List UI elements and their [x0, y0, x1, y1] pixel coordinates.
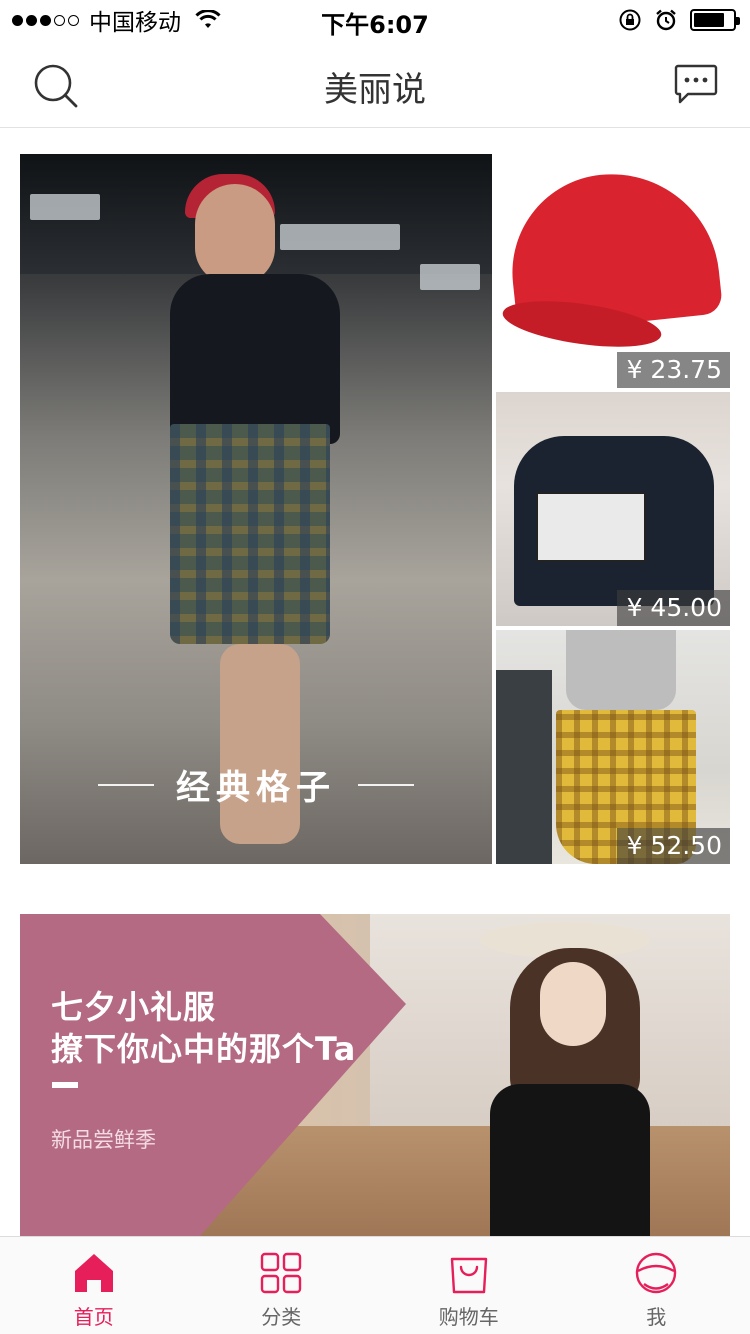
tab-label: 购物车: [438, 1305, 499, 1329]
tab-cart[interactable]: 购物车: [375, 1237, 563, 1334]
feature-caption-text: 经典格子: [176, 768, 336, 808]
price-tag: ¥ 23.75: [616, 352, 730, 388]
battery-tip: [736, 17, 740, 25]
navigation-bar: 美丽说: [0, 40, 750, 128]
feature-main-photo[interactable]: 经典格子: [20, 154, 492, 864]
banner-subtitle: 新品尝鲜季: [51, 1128, 156, 1152]
banner-tagline: 撩下你心中的那个Ta: [51, 1030, 357, 1068]
battery-icon: [690, 9, 740, 31]
model-legs: [220, 644, 300, 844]
model-head: [195, 184, 275, 284]
product-card-skirt[interactable]: ¥ 52.50: [496, 630, 730, 864]
photo-sign: [30, 194, 100, 220]
product-card-tee[interactable]: ¥ 45.00: [496, 392, 730, 626]
feature-caption: 经典格子: [20, 760, 492, 809]
product-image-top: [566, 630, 676, 710]
message-icon[interactable]: [674, 64, 718, 104]
status-right: [618, 8, 740, 32]
caption-divider: [98, 783, 154, 786]
status-bar: 中国移动 下午6:07: [0, 0, 750, 40]
model-skirt: [170, 424, 330, 644]
tab-bar: 首页 分类 购物车 我: [0, 1236, 750, 1334]
home-icon: [74, 1254, 113, 1292]
price-tag: ¥ 52.50: [616, 828, 730, 864]
battery-fill: [694, 13, 724, 27]
rotation-lock-icon: [619, 9, 641, 31]
photo-sign: [420, 264, 480, 290]
tab-profile[interactable]: 我: [563, 1237, 750, 1334]
promo-banner[interactable]: 七夕小礼服 撩下你心中的那个Ta 新品尝鲜季: [20, 914, 730, 1236]
banner-divider: [52, 1082, 78, 1088]
product-card-cap[interactable]: ¥ 23.75: [496, 154, 730, 388]
page-title: 美丽说: [324, 70, 426, 110]
banner-model-face: [540, 962, 606, 1046]
product-image-background: [496, 670, 552, 864]
banner-title: 七夕小礼服: [51, 988, 217, 1026]
tab-label: 首页: [73, 1305, 114, 1329]
shopping-bag-icon: [450, 1257, 487, 1294]
tab-home[interactable]: 首页: [0, 1237, 188, 1334]
price-tag: ¥ 45.00: [616, 590, 730, 626]
alarm-icon: [656, 9, 676, 31]
banner-model-dress: [490, 1084, 650, 1236]
product-image-tee-print: [536, 492, 646, 562]
photo-sign: [280, 224, 400, 250]
profile-icon: [636, 1252, 677, 1294]
tab-category[interactable]: 分类: [188, 1237, 376, 1334]
grid-icon: [261, 1252, 302, 1294]
feature-grid: 经典格子 ¥ 23.75 ¥ 45.00 ¥ 52.50: [20, 154, 730, 864]
caption-divider: [358, 783, 414, 786]
model-top: [170, 274, 340, 444]
tab-label: 我: [646, 1305, 667, 1329]
tab-label: 分类: [261, 1305, 302, 1329]
